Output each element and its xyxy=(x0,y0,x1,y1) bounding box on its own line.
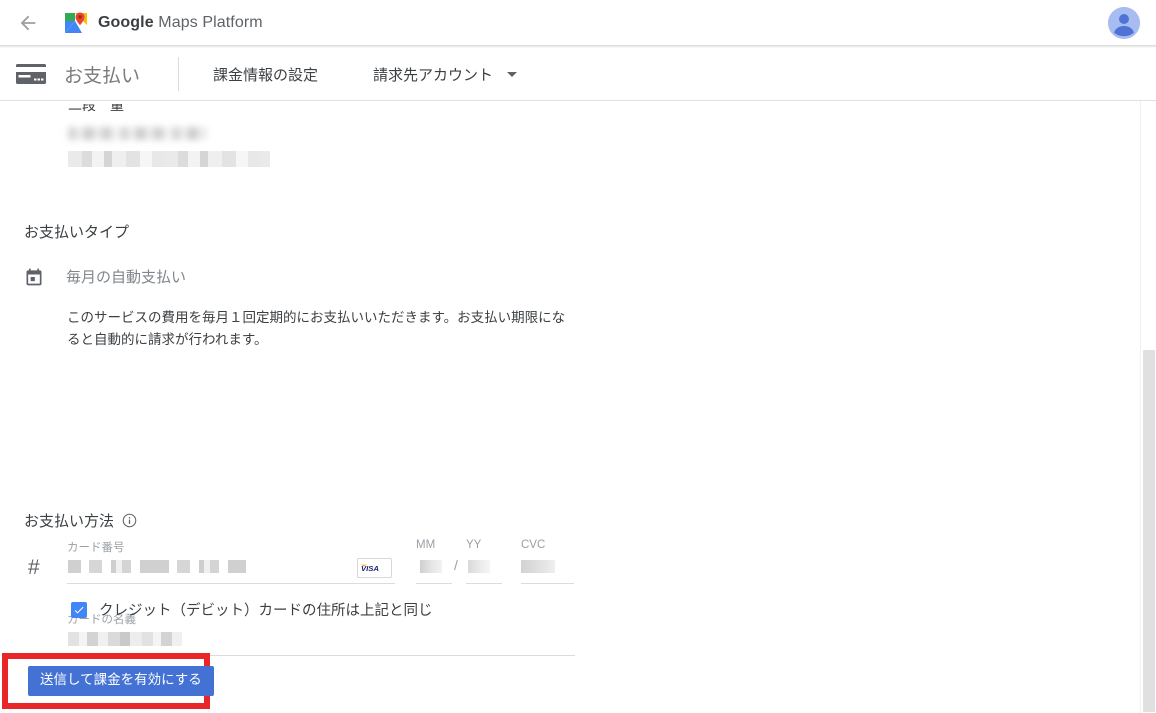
card-name-input[interactable] xyxy=(68,632,182,646)
cvc-label: CVC xyxy=(521,539,546,551)
same-address-checkbox[interactable] xyxy=(71,601,87,618)
back-button[interactable] xyxy=(8,3,48,43)
cvc-underline xyxy=(521,583,574,584)
vertical-scrollbar-thumb[interactable] xyxy=(1143,350,1155,712)
header-divider xyxy=(178,57,180,91)
top-bar: Google Maps Platform xyxy=(0,0,1156,48)
credit-card-icon xyxy=(16,64,46,84)
card-number-label: カード番号 xyxy=(67,542,125,554)
brand-logo-link[interactable]: Google Maps Platform xyxy=(64,11,263,35)
redacted-address-line-2 xyxy=(68,151,270,167)
back-arrow-icon xyxy=(20,15,36,30)
expiry-month-label: MM xyxy=(416,539,436,551)
payments-title: お支払い xyxy=(64,65,141,87)
info-icon[interactable] xyxy=(122,513,137,528)
check-icon xyxy=(74,606,84,613)
hash-icon: # xyxy=(28,556,40,579)
nav-billing-account-label: 請求先アカウント xyxy=(373,66,494,84)
same-address-checkbox-label: クレジット（デビット）カードの住所は上記と同じ xyxy=(99,603,433,619)
submit-annotation-highlight: 送信して課金を有効にする xyxy=(2,653,214,709)
brand-name-light: Maps Platform xyxy=(153,13,263,31)
expiry-year-label: YY xyxy=(466,539,482,551)
submit-enable-billing-button[interactable]: 送信して課金を有効にする xyxy=(28,666,214,696)
payment-type-option-label: 毎月の自動支払い xyxy=(66,269,187,286)
card-number-input[interactable] xyxy=(68,560,246,573)
payment-method-section-title: お支払い方法 xyxy=(24,513,115,530)
payment-method-section-header: お支払い方法 xyxy=(24,510,137,531)
cvc-input[interactable] xyxy=(521,560,555,573)
same-address-checkbox-row[interactable]: クレジット（デビット）カードの住所は上記と同じ xyxy=(71,599,433,620)
visa-logo-icon: VISA xyxy=(360,564,379,573)
nav-billing-account[interactable]: 請求先アカウント xyxy=(373,64,518,85)
card-number-underline xyxy=(67,583,395,584)
brand-name-bold: Google xyxy=(98,13,154,31)
expiry-month-underline xyxy=(416,583,452,584)
clipped-address-heading: 二段 量 xyxy=(68,104,288,120)
user-avatar-icon xyxy=(1108,6,1140,39)
avatar[interactable] xyxy=(1108,6,1140,39)
expiry-year-underline xyxy=(466,583,502,584)
payment-type-section-title: お支払いタイプ xyxy=(24,224,130,241)
billing-form-content: 二段 量 お支払いタイプ 毎月の自動支払い このサービスの費用を毎月１回定期的に… xyxy=(0,101,1140,713)
payment-type-description: このサービスの費用を毎月１回定期的にお支払いいただきます。お支払い期限になると自… xyxy=(67,310,566,347)
payment-type-option: 毎月の自動支払い xyxy=(24,266,186,287)
nav-billing-settings[interactable]: 課金情報の設定 xyxy=(213,64,318,85)
redacted-address-line-1 xyxy=(68,127,206,140)
visa-brand-badge: VISA xyxy=(357,558,392,578)
brand-text: Google Maps Platform xyxy=(98,14,263,32)
expiry-separator: / xyxy=(454,557,458,573)
vertical-scrollbar-track[interactable] xyxy=(1140,101,1156,713)
chevron-down-icon xyxy=(507,71,518,77)
calendar-icon xyxy=(26,268,42,285)
expiry-month-input[interactable] xyxy=(420,560,442,573)
expiry-year-input[interactable] xyxy=(468,560,490,573)
google-maps-platform-logo-icon xyxy=(65,12,87,33)
payments-sub-header: お支払い 課金情報の設定 請求先アカウント xyxy=(0,48,1156,101)
clipped-address-heading-text: 二段 量 xyxy=(68,104,124,113)
payments-card-icon xyxy=(16,64,46,84)
